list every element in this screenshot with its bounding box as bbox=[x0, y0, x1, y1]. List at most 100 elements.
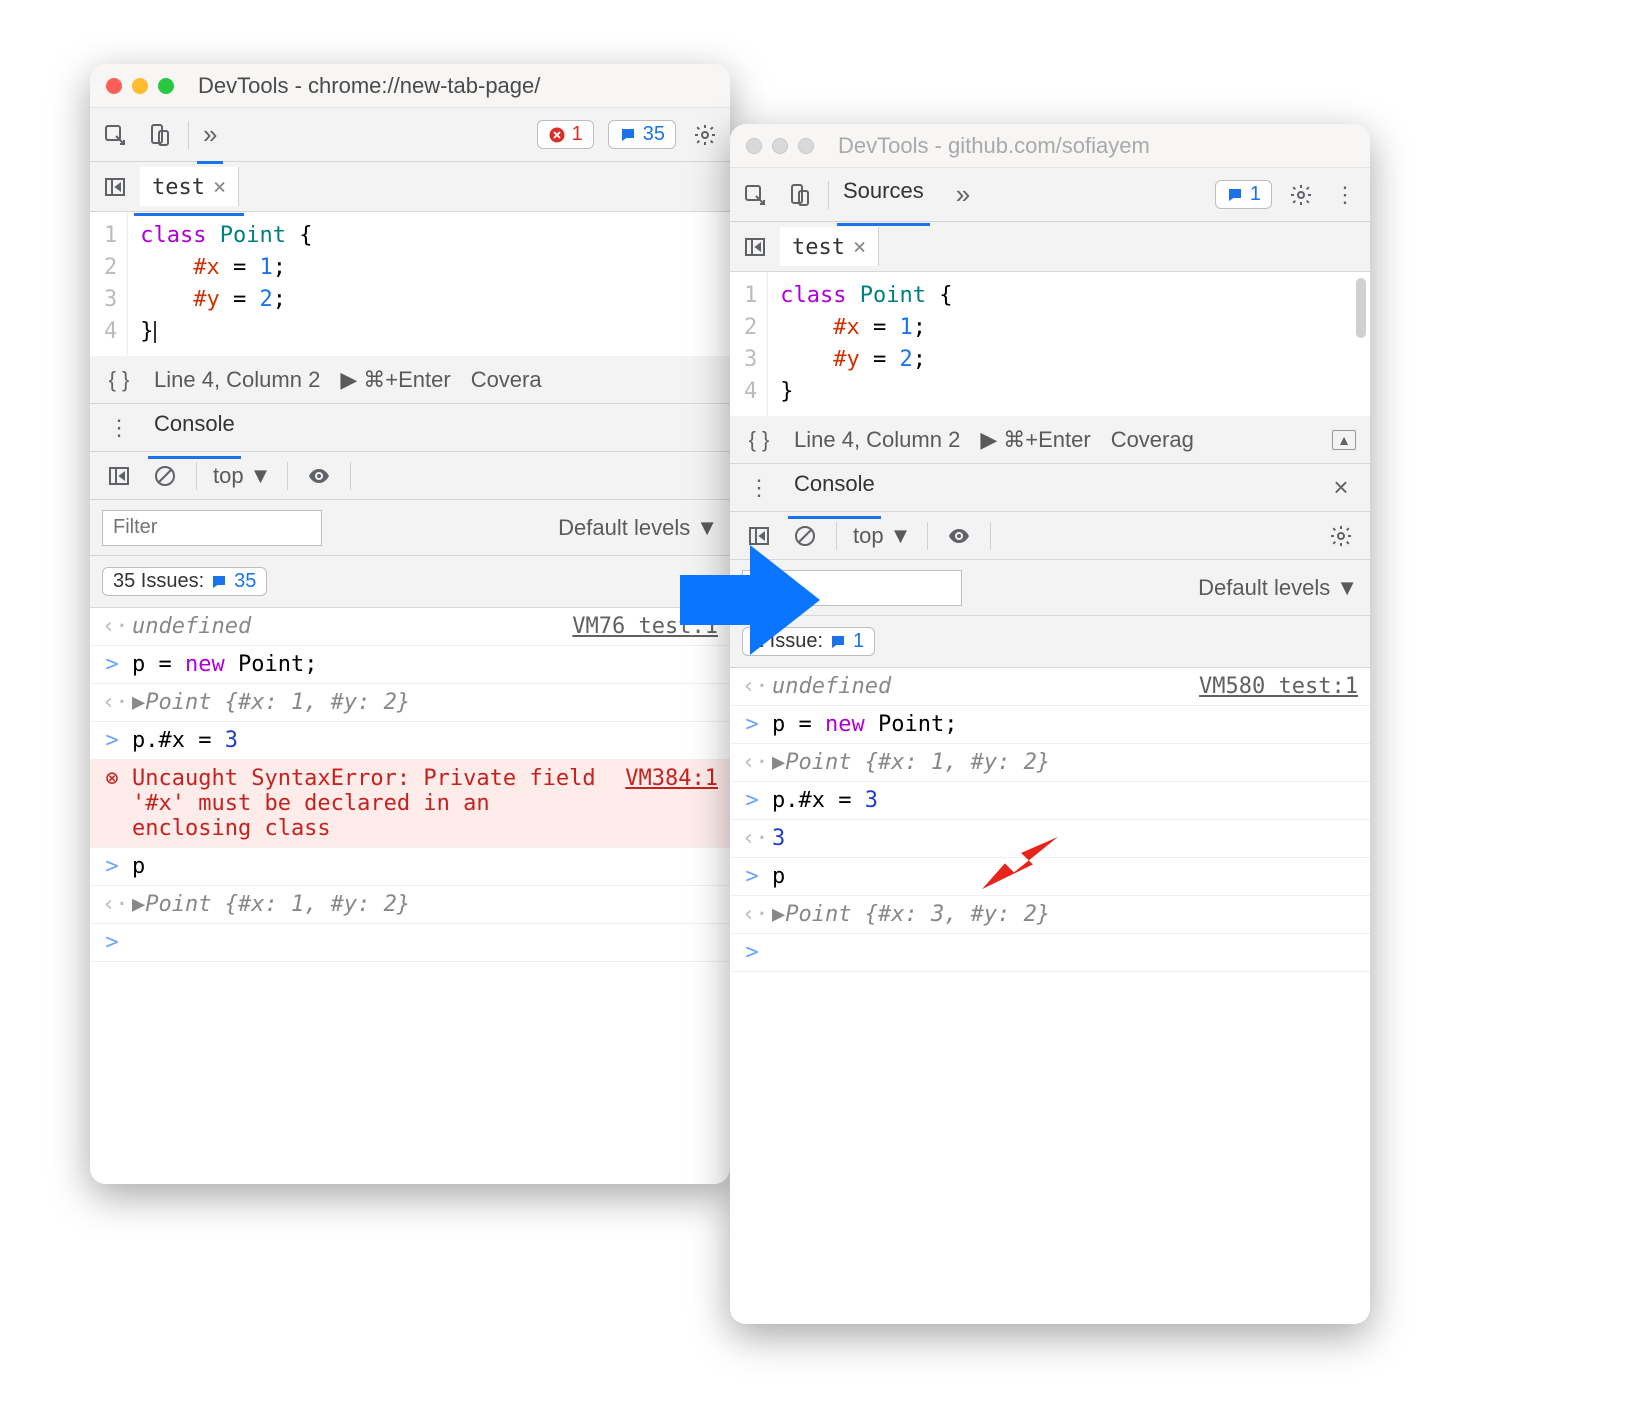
traffic-light-min[interactable] bbox=[772, 138, 788, 154]
navigator-toggle-icon[interactable] bbox=[100, 172, 130, 202]
console-output[interactable]: ‹· undefined VM76 test:1 > p = new Point… bbox=[90, 608, 730, 1184]
live-expression-icon[interactable] bbox=[944, 521, 974, 551]
input-marker: > bbox=[742, 712, 762, 737]
number-result: 3 bbox=[772, 826, 1358, 851]
code-body[interactable]: class Point { #x = 1; #y = 2; } bbox=[768, 272, 964, 416]
overflow-tabs-icon[interactable]: » bbox=[203, 119, 217, 150]
code-body[interactable]: class Point { #x = 1; #y = 2; } bbox=[128, 212, 324, 356]
coverage-label[interactable]: Coverag bbox=[1111, 427, 1194, 453]
clear-console-icon[interactable] bbox=[150, 461, 180, 491]
object-result[interactable]: ▶Point {#x: 1, #y: 2} bbox=[772, 750, 1358, 775]
return-marker: ‹· bbox=[102, 690, 122, 715]
sidebar-toggle-icon[interactable] bbox=[104, 461, 134, 491]
editor-statusbar: { } Line 4, Column 2 ▶ ⌘+Enter Coverag ▲ bbox=[730, 416, 1370, 464]
console-row-error: ⊗ Uncaught SyntaxError: Private field '#… bbox=[90, 760, 730, 848]
console-toolbar: top▼ bbox=[730, 512, 1370, 560]
device-toggle-icon[interactable] bbox=[144, 120, 174, 150]
levels-selector[interactable]: Default levels▼ bbox=[558, 515, 718, 541]
collapse-drawer-icon[interactable]: ▲ bbox=[1332, 430, 1356, 450]
run-snippet[interactable]: ▶ ⌘+Enter bbox=[340, 367, 450, 393]
console-prompt[interactable]: > bbox=[730, 934, 1370, 972]
gear-icon[interactable] bbox=[690, 120, 720, 150]
overflow-tabs-icon[interactable]: » bbox=[956, 179, 970, 210]
device-toggle-icon[interactable] bbox=[784, 180, 814, 210]
console-row: > p.#x = 3 bbox=[90, 722, 730, 760]
scrollbar-thumb[interactable] bbox=[1356, 278, 1366, 338]
traffic-light-close[interactable] bbox=[106, 78, 122, 94]
pretty-print-icon[interactable]: { } bbox=[744, 425, 774, 455]
chevron-down-icon: ▼ bbox=[890, 523, 912, 549]
console-row: ‹· undefined VM580 test:1 bbox=[730, 668, 1370, 706]
context-selector[interactable]: top▼ bbox=[213, 463, 271, 489]
issues-count-badge[interactable]: 1 bbox=[1215, 180, 1272, 209]
close-icon[interactable]: × bbox=[213, 175, 226, 200]
gear-icon[interactable] bbox=[1286, 180, 1316, 210]
object-result[interactable]: ▶Point {#x: 3, #y: 2} bbox=[772, 902, 1358, 927]
devtools-window-left: DevTools - chrome://new-tab-page/ » 1 35… bbox=[90, 64, 730, 1184]
issues-count-badge[interactable]: 35 bbox=[608, 120, 676, 149]
context-selector[interactable]: top▼ bbox=[853, 523, 911, 549]
console-row: > p bbox=[90, 848, 730, 886]
object-result[interactable]: ▶Point {#x: 1, #y: 2} bbox=[132, 690, 718, 715]
input-marker: > bbox=[102, 930, 122, 955]
sources-subbar: test × bbox=[730, 222, 1370, 272]
close-icon[interactable]: × bbox=[1326, 473, 1356, 503]
gear-icon[interactable] bbox=[1326, 521, 1356, 551]
filter-input[interactable] bbox=[102, 510, 322, 546]
file-tab-label: test bbox=[792, 235, 845, 260]
cursor bbox=[154, 321, 156, 343]
console-input-echo: p.#x = 3 bbox=[772, 788, 1358, 813]
divider bbox=[927, 522, 928, 550]
close-icon[interactable]: × bbox=[853, 235, 866, 260]
line-gutter: 1 2 3 4 bbox=[730, 272, 768, 416]
tab-sources[interactable]: Sources bbox=[843, 178, 924, 212]
traffic-light-close[interactable] bbox=[746, 138, 762, 154]
input-marker: > bbox=[742, 788, 762, 813]
kebab-icon[interactable]: ⋮ bbox=[104, 413, 134, 443]
console-input-echo: p bbox=[132, 854, 718, 879]
return-marker: ‹· bbox=[102, 614, 122, 639]
file-tab-test[interactable]: test × bbox=[140, 167, 239, 206]
inspect-icon[interactable] bbox=[740, 180, 770, 210]
issues-bar: 35 Issues: 35 bbox=[90, 556, 730, 608]
divider bbox=[196, 462, 197, 490]
tab-console[interactable]: Console bbox=[154, 411, 235, 445]
code-editor[interactable]: 1 2 3 4 class Point { #x = 1; #y = 2; } bbox=[90, 212, 730, 356]
console-filterbar: Default levels▼ bbox=[730, 560, 1370, 616]
file-tab-test[interactable]: test × bbox=[780, 227, 879, 266]
tab-console[interactable]: Console bbox=[794, 471, 875, 505]
traffic-light-zoom[interactable] bbox=[798, 138, 814, 154]
levels-selector[interactable]: Default levels▼ bbox=[1198, 575, 1358, 601]
navigator-toggle-icon[interactable] bbox=[740, 232, 770, 262]
console-row: ‹· ▶Point {#x: 1, #y: 2} bbox=[90, 886, 730, 924]
console-output[interactable]: ‹· undefined VM580 test:1 > p = new Poin… bbox=[730, 668, 1370, 1324]
kebab-icon[interactable]: ⋮ bbox=[744, 473, 774, 503]
traffic-light-zoom[interactable] bbox=[158, 78, 174, 94]
pretty-print-icon[interactable]: { } bbox=[104, 365, 134, 395]
run-snippet[interactable]: ▶ ⌘+Enter bbox=[980, 427, 1090, 453]
kebab-icon[interactable]: ⋮ bbox=[1330, 180, 1360, 210]
devtools-window-right: DevTools - github.com/sofiayem Sources »… bbox=[730, 124, 1370, 1324]
coverage-label[interactable]: Covera bbox=[471, 367, 542, 393]
return-marker: ‹· bbox=[102, 892, 122, 917]
live-expression-icon[interactable] bbox=[304, 461, 334, 491]
chevron-down-icon: ▼ bbox=[696, 515, 718, 541]
console-row: ‹· ▶Point {#x: 3, #y: 2} bbox=[730, 896, 1370, 934]
line-gutter: 1 2 3 4 bbox=[90, 212, 128, 356]
error-count: 1 bbox=[572, 123, 583, 146]
object-result[interactable]: ▶Point {#x: 1, #y: 2} bbox=[132, 892, 718, 917]
console-row: ‹· ▶Point {#x: 1, #y: 2} bbox=[730, 744, 1370, 782]
traffic-light-min[interactable] bbox=[132, 78, 148, 94]
source-link[interactable]: VM580 test:1 bbox=[1199, 674, 1358, 699]
error-icon: ⊗ bbox=[102, 766, 122, 791]
inspect-icon[interactable] bbox=[100, 120, 130, 150]
console-prompt[interactable]: > bbox=[90, 924, 730, 962]
divider bbox=[188, 121, 189, 149]
console-row: > p = new Point; bbox=[90, 646, 730, 684]
file-tab-label: test bbox=[152, 175, 205, 200]
code-editor[interactable]: 1 2 3 4 class Point { #x = 1; #y = 2; } bbox=[730, 272, 1370, 416]
divider bbox=[350, 462, 351, 490]
issues-badge[interactable]: 35 Issues: 35 bbox=[102, 567, 267, 596]
error-count-badge[interactable]: 1 bbox=[537, 120, 594, 149]
source-link[interactable]: VM384:1 bbox=[625, 766, 718, 791]
